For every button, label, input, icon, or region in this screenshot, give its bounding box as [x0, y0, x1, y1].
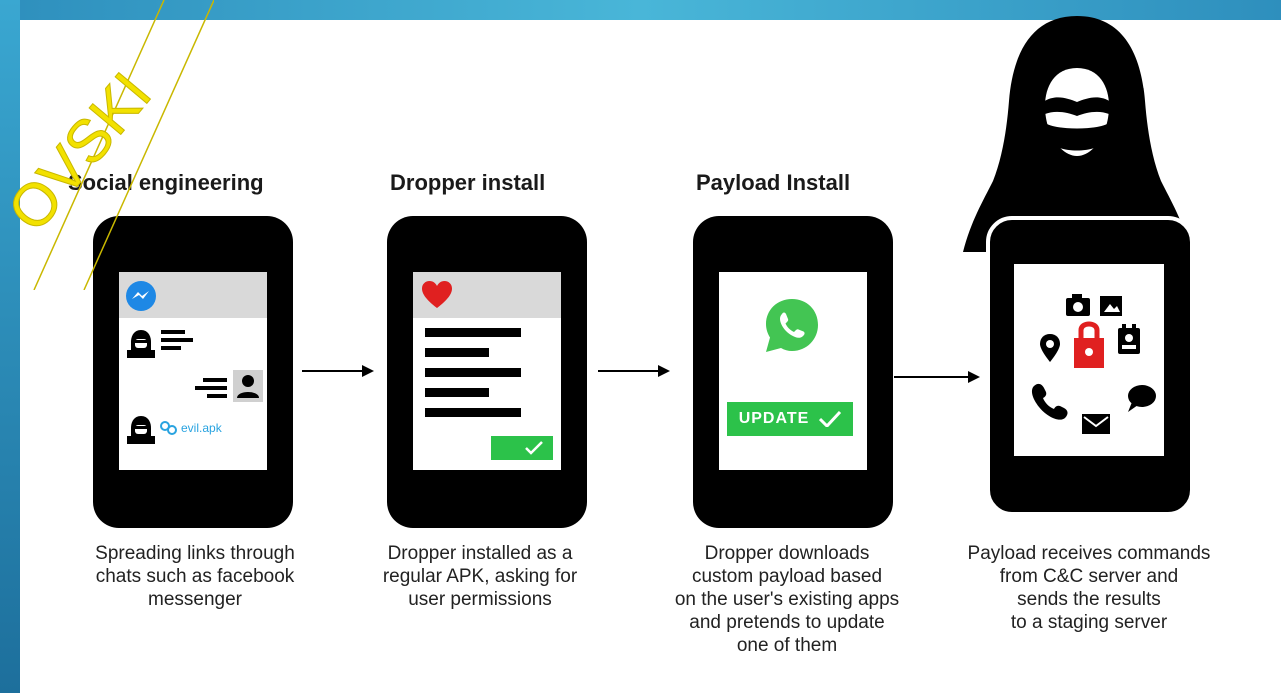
chat-line [195, 386, 227, 390]
caption-line: chats such as facebook [95, 566, 295, 587]
caption-line: user permissions [408, 589, 552, 610]
caption-social-engineering: Spreading links through chats such as fa… [68, 542, 322, 611]
hacker-avatar-icon [127, 330, 155, 358]
caption-line: on the user's existing apps [674, 589, 900, 610]
chat-line [161, 346, 181, 350]
chat-line [207, 394, 227, 398]
caption-line: to a staging server [1010, 612, 1168, 633]
caption-line: messenger [148, 589, 242, 610]
chat-bubble-icon [1128, 385, 1156, 412]
caption-cnc: Payload receives commands from C&C serve… [926, 542, 1252, 634]
caption-line: Payload receives commands [967, 543, 1211, 564]
step-title-social-engineering: Social engineering [68, 170, 264, 195]
permission-line [425, 388, 489, 397]
evil-apk-link[interactable]: evil.apk [181, 421, 222, 435]
caption-line: one of them [736, 635, 838, 656]
slide-frame-left [0, 0, 20, 693]
phone-screen: evil.apk [119, 272, 267, 470]
chat-line [161, 338, 193, 342]
camera-icon [1066, 294, 1090, 316]
phone-cnc [986, 216, 1194, 516]
image-icon [1100, 296, 1122, 316]
lock-icon [1074, 321, 1104, 368]
mail-icon [1082, 414, 1110, 434]
link-icon [160, 421, 177, 435]
user-avatar-icon [233, 370, 263, 402]
caption-line: sends the results [1017, 589, 1161, 610]
arrow-right-icon [598, 365, 670, 377]
step-title-dropper-install: Dropper install [390, 170, 546, 195]
heart-icon [422, 281, 452, 308]
caption-dropper-install: Dropper installed as a regular APK, aski… [350, 542, 610, 611]
slide: Social engineering evil.apk Dropper inst… [20, 16, 1281, 693]
caption-line: Dropper installed as a [387, 543, 573, 564]
messenger-icon [126, 281, 156, 311]
checkmark-icon [819, 411, 842, 427]
caption-line: from C&C server and [999, 566, 1179, 587]
permission-line [425, 348, 489, 357]
location-pin-icon [1040, 334, 1060, 362]
arrow-right-icon [894, 371, 980, 383]
phone-dropper-install [387, 216, 587, 528]
phone-screen: UPDATE [719, 272, 867, 470]
phone-social-engineering: evil.apk [93, 216, 293, 528]
permission-line [425, 368, 521, 377]
caption-line: Spreading links through [95, 543, 295, 564]
caption-line: regular APK, asking for [382, 566, 578, 587]
install-confirm-button[interactable] [491, 436, 553, 460]
phone-call-icon [1031, 383, 1068, 420]
phone-screen [413, 272, 561, 470]
permission-line [425, 328, 521, 337]
phone-screen [1014, 264, 1164, 456]
contact-card-icon [1118, 324, 1140, 354]
update-button[interactable]: UPDATE [727, 402, 853, 436]
arrow-right-icon [302, 365, 374, 377]
caption-payload-install: Dropper downloads custom payload based o… [642, 542, 932, 657]
caption-line: custom payload based [691, 566, 883, 587]
update-button-label: UPDATE [738, 410, 810, 427]
payload-capabilities-graphic [1031, 294, 1156, 434]
permission-line [425, 408, 521, 417]
step-title-payload-install: Payload Install [696, 170, 851, 195]
phone-payload-install: UPDATE [693, 216, 893, 528]
caption-line: and pretends to update [689, 612, 885, 633]
chat-line [203, 378, 227, 382]
chat-line [161, 330, 185, 334]
checkmark-icon [525, 441, 543, 455]
caption-line: Dropper downloads [704, 543, 870, 564]
hacker-avatar-icon [127, 416, 155, 444]
whatsapp-icon [766, 299, 818, 352]
